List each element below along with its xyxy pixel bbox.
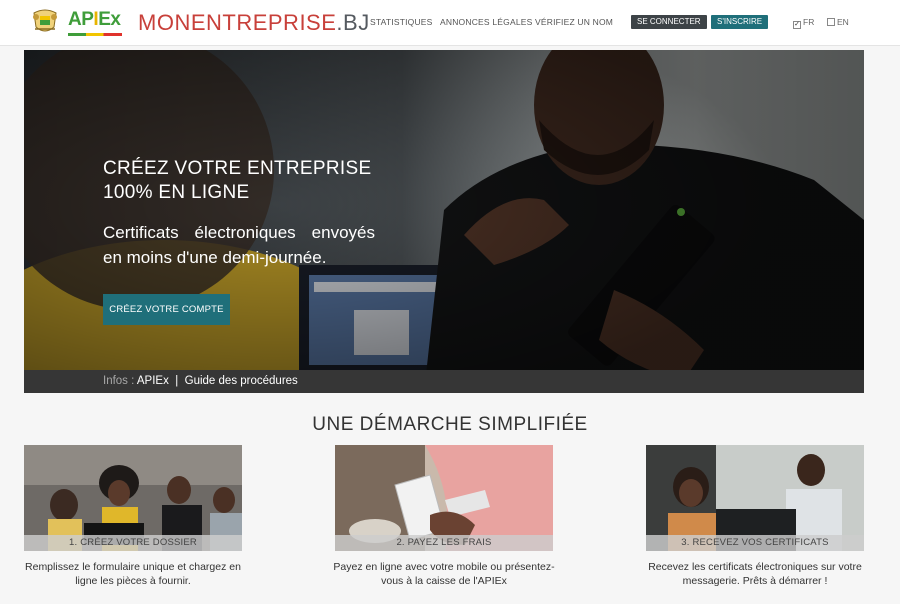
info-bar: Infos : APIEx | Guide des procédures — [24, 370, 864, 393]
lang-en-toggle[interactable]: EN — [827, 16, 849, 28]
info-separator: | — [175, 375, 179, 387]
lang-en-label: EN — [837, 17, 849, 27]
info-link-apiex[interactable]: APIEx — [137, 375, 169, 387]
step-3-image[interactable]: 3. RECEVEZ VOS CERTIFICATS — [646, 445, 864, 551]
coat-of-arms-logo[interactable] — [30, 9, 60, 35]
nav-annonces-legales[interactable]: ANNONCES LÉGALES — [440, 17, 532, 27]
hero-title: CRÉEZ VOTRE ENTREPRISE 100% EN LIGNE — [103, 157, 403, 205]
login-button[interactable]: SE CONNECTER — [631, 15, 707, 29]
hero-title-line-1: CRÉEZ VOTRE ENTREPRISE — [103, 158, 372, 179]
step-1-image[interactable]: 1. CRÉEZ VOTRE DOSSIER — [24, 445, 242, 551]
step-2-text: Payez en ligne avec votre mobile ou prés… — [333, 561, 555, 587]
step-2-caption: 2. PAYEZ LES FRAIS — [335, 535, 553, 551]
step-2-image[interactable]: 2. PAYEZ LES FRAIS — [335, 445, 553, 551]
site-brand[interactable]: MONENTREPRISE.BJ — [138, 11, 370, 35]
hero-banner: CRÉEZ VOTRE ENTREPRISE 100% EN LIGNE Cer… — [24, 50, 864, 393]
section-title: UNE DÉMARCHE SIMPLIFIÉE — [312, 414, 588, 435]
nav-verifiez-un-nom[interactable]: VÉRIFIEZ UN NOM — [535, 17, 613, 27]
nav-statistiques[interactable]: STATISTIQUES — [370, 17, 433, 27]
checkbox-checked-icon: ✓ — [793, 21, 801, 29]
brand-name: MONENTREPRISE — [138, 10, 337, 35]
site-header: APIEx MONENTREPRISE.BJ STATISTIQUES ANNO… — [0, 0, 900, 46]
info-prefix: Infos : — [103, 375, 135, 387]
step-3-caption: 3. RECEVEZ VOS CERTIFICATS — [646, 535, 864, 551]
checkbox-icon — [827, 18, 835, 26]
create-account-button[interactable]: CRÉEZ VOTRE COMPTE — [103, 294, 230, 325]
apiex-logo[interactable]: APIEx — [68, 8, 124, 36]
info-link-guide[interactable]: Guide des procédures — [185, 375, 298, 387]
lang-fr-toggle[interactable]: ✓ FR — [793, 16, 814, 29]
brand-tld: .BJ — [336, 10, 370, 35]
lang-fr-label: FR — [803, 17, 815, 27]
step-3-text: Recevez les certificats électroniques su… — [648, 561, 862, 587]
step-1-caption: 1. CRÉEZ VOTRE DOSSIER — [24, 535, 242, 551]
step-1-text: Remplissez le formulaire unique et charg… — [25, 561, 241, 587]
hero-subtitle: Certificats électroniques envoyés en moi… — [103, 223, 375, 267]
hero-title-line-2: 100% EN LIGNE — [103, 182, 250, 203]
signup-button[interactable]: S'INSCRIRE — [711, 15, 769, 29]
